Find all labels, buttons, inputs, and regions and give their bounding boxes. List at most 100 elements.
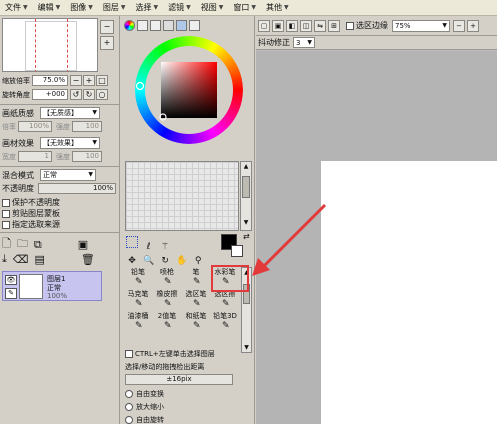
radio-scale-row[interactable]: 放大缩小 xyxy=(125,402,164,412)
brush-tool-pen[interactable]: 笔 ✎ xyxy=(181,267,211,289)
ctrl-click-checkbox[interactable] xyxy=(125,350,133,358)
copy-layer-icon[interactable]: ⧉ xyxy=(34,238,42,252)
menu-select[interactable]: 选择 ▼ xyxy=(131,0,164,16)
invert-selection-icon[interactable]: ◧ xyxy=(286,19,298,32)
mask-layer-icon[interactable]: ▤ xyxy=(34,253,44,266)
zoom-out-icon[interactable]: − xyxy=(453,19,465,32)
lasso-icon[interactable]: ℓ xyxy=(143,241,155,253)
magic-wand-icon[interactable]: ⚚ xyxy=(159,241,171,253)
swap-colors-icon[interactable]: ⇄ xyxy=(243,232,250,241)
brush-tool-select-pen[interactable]: 选区笔 ✎ xyxy=(181,289,211,311)
brush-tool-eraser[interactable]: 橡皮擦 ✎ xyxy=(152,289,182,311)
zoom-in-icon[interactable]: + xyxy=(467,19,479,32)
brush-tool-select-eraser[interactable]: 选区擦 ✎ xyxy=(210,289,240,311)
canvas-area[interactable] xyxy=(256,51,497,424)
zoom-minus-button[interactable]: − xyxy=(70,75,82,86)
select-all-icon[interactable]: ▢ xyxy=(258,19,270,32)
eye-icon[interactable]: 👁 xyxy=(5,275,17,285)
deselect-icon[interactable]: ▣ xyxy=(272,19,284,32)
free-transform-radio[interactable] xyxy=(125,390,133,398)
blend-mode-dropdown[interactable]: 正常 ▼ xyxy=(40,169,96,181)
menu-window[interactable]: 窗口 ▼ xyxy=(228,0,261,16)
drag-distance-slider[interactable]: ±16pix xyxy=(125,374,233,385)
brush-tool-pencil3d[interactable]: 铅笔3D ✎ xyxy=(210,311,240,333)
texture-strength-field[interactable]: 100 xyxy=(72,121,102,132)
clear-layer-icon[interactable]: ⌫ xyxy=(13,253,29,266)
nav-zoom-out-button[interactable]: − xyxy=(100,20,114,34)
opacity-slider[interactable]: 100% xyxy=(38,183,116,194)
flip-icon[interactable]: ⇋ xyxy=(314,19,326,32)
check-clip-row[interactable]: 剪贴图层蒙板 xyxy=(2,208,60,219)
radio-free-row[interactable]: 自由变换 xyxy=(125,389,164,399)
palette-scrollbar[interactable]: ▲ ▼ xyxy=(240,161,252,231)
zoom-icon[interactable]: 🔍 xyxy=(143,255,155,267)
nav-zoom-in-button[interactable]: + xyxy=(100,36,114,50)
show-selection-icon[interactable]: ◫ xyxy=(300,19,312,32)
selection-source-checkbox[interactable] xyxy=(2,220,10,229)
color-wheel[interactable] xyxy=(135,36,243,144)
check-preserve-row[interactable]: 保护不透明度 xyxy=(2,197,60,208)
scroll-down-icon[interactable]: ▼ xyxy=(242,219,250,229)
background-color-swatch[interactable] xyxy=(231,245,243,257)
menu-edit[interactable]: 编辑 ▼ xyxy=(33,0,66,16)
transform-icon[interactable]: ⊞ xyxy=(328,19,340,32)
menu-image[interactable]: 图像 ▼ xyxy=(65,0,98,16)
palette-tab-icon[interactable] xyxy=(163,20,174,31)
zoom-plus-button[interactable]: + xyxy=(83,75,95,86)
menu-file[interactable]: 文件 ▼ xyxy=(0,0,33,16)
zoom-field[interactable]: 75.0% xyxy=(32,75,68,86)
rotate-field[interactable]: +000 xyxy=(32,89,68,100)
menu-filter[interactable]: 滤镜 ▼ xyxy=(163,0,196,16)
scroll-up-icon[interactable]: ▲ xyxy=(242,163,250,173)
move-icon[interactable]: ✥ xyxy=(126,255,138,267)
eyedropper-icon[interactable]: ⚲ xyxy=(192,255,204,267)
clipping-mask-checkbox[interactable] xyxy=(2,209,10,218)
scratchpad-tab-icon[interactable] xyxy=(176,20,187,31)
rotate-icon[interactable]: ↻ xyxy=(159,255,171,267)
menu-layer[interactable]: 图层 ▼ xyxy=(98,0,131,16)
opacity-row: 不透明度 100% xyxy=(2,183,116,194)
rgb-slider-tab-icon[interactable] xyxy=(137,20,148,31)
effect-width-field[interactable]: 1 xyxy=(18,151,52,162)
menu-bar: 文件 ▼ 编辑 ▼ 图像 ▼ 图层 ▼ 选择 ▼ 滤镜 ▼ 视图 ▼ 窗口 ▼ 其他 ▼ xyxy=(0,0,497,16)
zoom-reset-button[interactable]: □ xyxy=(96,75,108,86)
brush-tool-binary-pen[interactable]: 2值笔 ✎ xyxy=(152,311,182,333)
selection-edge-checkbox[interactable] xyxy=(346,21,354,30)
layer-panel-icon[interactable]: ▣ xyxy=(78,238,88,251)
hand-icon[interactable]: ✋ xyxy=(176,255,188,267)
ctrl-click-option[interactable]: CTRL+左键单击选择图层 xyxy=(125,349,215,359)
brush-tool-marker[interactable]: 马克笔 ✎ xyxy=(123,289,153,311)
brush-tool-airbrush[interactable]: 喷枪 ✎ xyxy=(152,267,182,289)
radio-rotate-row[interactable]: 自由旋转 xyxy=(125,415,164,424)
effect-strength-field[interactable]: 100 xyxy=(72,151,102,162)
swatch-tab-icon[interactable] xyxy=(189,20,200,31)
check-source-row[interactable]: 指定选取来源 xyxy=(2,219,60,230)
merge-down-icon[interactable]: ⤓ xyxy=(2,252,7,266)
rotate-ccw-button[interactable]: ↺ xyxy=(70,89,82,100)
effect-dropdown[interactable]: 【无效果】 ▼ xyxy=(40,137,100,149)
preserve-opacity-checkbox[interactable] xyxy=(2,198,10,207)
scroll-thumb[interactable] xyxy=(242,176,250,198)
scale-radio[interactable] xyxy=(125,403,133,411)
rotate-cw-button[interactable]: ↻ xyxy=(83,89,95,100)
texture-dropdown[interactable]: 【无质感】 ▼ xyxy=(40,107,100,119)
color-palette-grid[interactable] xyxy=(125,161,239,231)
rotate-radio[interactable] xyxy=(125,416,133,424)
delete-layer-icon[interactable]: 🗑 xyxy=(81,253,95,266)
zoom-dropdown[interactable]: 75% ▼ xyxy=(392,19,450,32)
menu-view[interactable]: 视图 ▼ xyxy=(196,0,229,16)
rect-select-icon[interactable] xyxy=(126,236,138,248)
brush-tool-bucket[interactable]: 油漆桶 ✎ xyxy=(123,311,153,333)
brush-tool-washi-pen[interactable]: 和纸笔 ✎ xyxy=(181,311,211,333)
canvas-paper[interactable] xyxy=(321,161,497,424)
brush-tool-pencil[interactable]: 铅笔 ✎ xyxy=(123,267,153,289)
rotate-reset-button[interactable]: ○ xyxy=(96,89,108,100)
scroll-down-icon[interactable]: ▼ xyxy=(242,344,251,351)
color-wheel-tab-icon[interactable] xyxy=(124,20,135,31)
hsv-slider-tab-icon[interactable] xyxy=(150,20,161,31)
navigator-preview[interactable] xyxy=(2,18,98,72)
texture-scale-field[interactable]: 100% xyxy=(18,121,52,132)
layer-item[interactable]: 👁 ✎ 图层1 正常 100% xyxy=(2,271,102,301)
menu-other[interactable]: 其他 ▼ xyxy=(261,0,294,16)
stabilizer-dropdown[interactable]: 3 ▼ xyxy=(293,37,315,48)
